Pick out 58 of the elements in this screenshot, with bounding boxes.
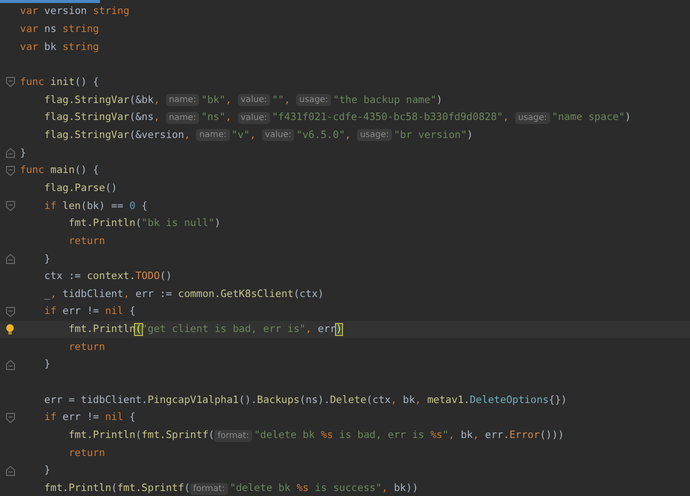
parameter-hint: name: (166, 94, 200, 106)
fold-icon[interactable] (6, 254, 14, 264)
code-text: if len(bk) == 0 { (44, 200, 148, 212)
code-text: "", (272, 94, 292, 106)
parameter-hint: usage: (296, 94, 332, 106)
fold-icon[interactable] (6, 77, 14, 88)
parameter-hint: name: (196, 129, 230, 142)
fold-icon[interactable] (6, 466, 14, 476)
code-text: flag.StringVar(&version, (44, 130, 192, 141)
code-text: fmt.Println("bk is null") (68, 218, 221, 230)
code-text: } (20, 148, 26, 159)
code-text: var bk string (20, 42, 100, 53)
code-text: if err != nil { (44, 412, 136, 424)
fold-icon[interactable] (6, 412, 14, 423)
code-text: fmt.Println(fmt.Sprintf( (44, 483, 190, 494)
code-text: flag.StringVar(&ns, (44, 112, 161, 124)
parameter-hint: value: (238, 94, 270, 106)
code-text: "br version") (394, 130, 473, 141)
fold-icon[interactable] (6, 166, 14, 176)
fold-icon[interactable] (6, 306, 14, 317)
code-text: "f431f021-cdfe-4350-bc58-b330fd9d0828", (272, 112, 510, 124)
code-text: func main() { (20, 165, 100, 176)
code-text: return (68, 342, 106, 353)
lightbulb-icon[interactable] (6, 324, 14, 336)
parameter-hint: value: (238, 112, 270, 124)
fold-icon[interactable] (6, 360, 14, 370)
code-text: func init() { (20, 76, 100, 88)
code-text: flag.StringVar(&bk, (44, 94, 161, 106)
code-text: "ns", (201, 112, 233, 124)
code-text: fmt.Println(fmt.Sprintf( (68, 430, 214, 442)
code-text: var ns string (20, 24, 100, 35)
code-text: "delete bk %s is success", bk)) (230, 483, 418, 494)
code-text: } (44, 359, 50, 370)
fold-icon[interactable] (6, 201, 14, 212)
code-text: return (68, 236, 106, 247)
code-text: "v", (232, 130, 257, 141)
code-text: "the backup name") (333, 94, 442, 106)
code-text: "delete bk %s is bad, err is %s", bk, err.Error())) (254, 430, 564, 442)
code-text: err = tidbClient.PingcapV1alpha1().Backups(ns).Delete(ctx, bk, metav1.DeleteOptions{}) (44, 394, 567, 406)
code-text: _, tidbClient, err := common.GetK8sClient(ctx) (44, 288, 324, 300)
code-text: return (68, 448, 106, 459)
code-text: flag.Parse() (44, 182, 118, 194)
code-text: } (44, 254, 50, 265)
code-text: fmt.Println("get client is bad, err is", err) (68, 324, 342, 336)
parameter-hint: format: (190, 482, 228, 495)
code-text: "v6.5.0", (296, 130, 352, 141)
parameter-hint: value: (262, 129, 294, 142)
code-text: ctx := context.TODO() (44, 271, 172, 282)
code-text: } (44, 465, 50, 476)
code-text: var version string (20, 6, 130, 18)
parameter-hint: usage: (357, 129, 392, 142)
code-text: if err != nil { (44, 306, 136, 318)
code-text: "name space") (552, 112, 631, 124)
parameter-hint: format: (214, 430, 252, 442)
parameter-hint: usage: (515, 112, 550, 124)
fold-icon[interactable] (6, 148, 14, 158)
parameter-hint: name: (166, 112, 200, 124)
code-text: "bk", (201, 94, 233, 106)
